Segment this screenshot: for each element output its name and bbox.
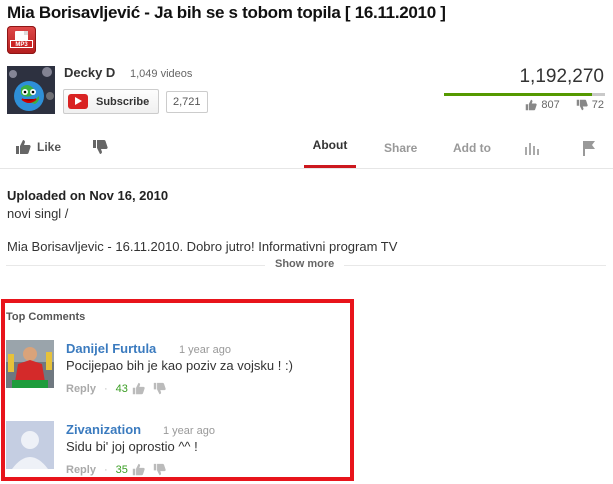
like-label: Like	[37, 140, 62, 154]
subscriber-count: 2,721	[166, 91, 208, 113]
description-line: Mia Borisavljevic - 16.11.2010. Dobro ju…	[7, 239, 398, 254]
comment-time[interactable]: 1 year ago	[179, 344, 231, 356]
tab-add-to[interactable]: Add to	[453, 141, 491, 155]
thumbs-up-icon[interactable]	[132, 382, 145, 395]
channel-name[interactable]: Decky D	[64, 65, 115, 80]
channel-video-count[interactable]: 1,049 videos	[130, 68, 192, 80]
reply-button[interactable]: Reply	[66, 464, 96, 476]
dislike-count: 72	[591, 99, 604, 111]
video-title: Mia Borisavljević - Ja bih se s tobom to…	[7, 3, 446, 22]
thumbs-up-icon[interactable]	[132, 463, 145, 476]
comment-time[interactable]: 1 year ago	[163, 425, 215, 437]
thumbs-up-icon	[526, 99, 538, 111]
subscribe-label: Subscribe	[96, 95, 150, 108]
thumbs-down-icon	[93, 140, 108, 154]
comment-author[interactable]: Danijel Furtula	[66, 341, 156, 356]
tab-about[interactable]: About	[304, 138, 356, 168]
commenter-avatar[interactable]	[6, 340, 54, 388]
comment-text: Sidu bi' joj oprostio ^^ !	[66, 439, 198, 454]
like-count: 807	[541, 99, 560, 111]
upload-date: Uploaded on Nov 16, 2010	[7, 188, 169, 203]
reply-button[interactable]: Reply	[66, 383, 96, 395]
thumbs-down-icon[interactable]	[153, 382, 166, 395]
statistics-icon[interactable]	[524, 141, 540, 160]
like-button[interactable]: Like	[15, 139, 61, 155]
channel-avatar[interactable]	[7, 66, 55, 114]
tab-share[interactable]: Share	[384, 141, 417, 155]
top-comments-heading: Top Comments	[6, 311, 86, 323]
comment-actions: Reply · 43	[66, 382, 174, 395]
comment-text: Pocijepao bih je kao poziv za vojsku ! :…	[66, 358, 293, 373]
youtube-play-icon	[68, 94, 88, 109]
separator-dot: ·	[103, 382, 108, 395]
description-line: novi singl /	[7, 206, 69, 221]
like-dislike-bar	[444, 93, 605, 96]
action-bar-divider	[0, 168, 613, 169]
commenter-avatar[interactable]	[6, 421, 54, 469]
subscribe-button[interactable]: Subscribe	[63, 89, 159, 114]
comment-vote-count: 35	[115, 463, 128, 476]
comment-vote-count: 43	[115, 382, 128, 395]
view-count: 1,192,270	[519, 66, 604, 87]
thumbs-up-icon	[16, 140, 31, 154]
separator-dot: ·	[103, 463, 108, 476]
thumbs-down-icon[interactable]	[153, 463, 166, 476]
mp3-file-icon[interactable]: MP3	[7, 26, 36, 54]
like-ratio-fill	[444, 93, 592, 96]
show-more-button[interactable]: Show more	[265, 258, 345, 270]
thumbs-down-icon	[576, 99, 588, 111]
report-flag-icon[interactable]	[582, 140, 596, 161]
like-dislike-counts: 807 72	[525, 99, 604, 111]
action-bar: Like About Share Add to	[0, 130, 613, 168]
dislike-button[interactable]	[92, 139, 108, 160]
comment-author[interactable]: Zivanization	[66, 422, 141, 437]
comment-actions: Reply · 35	[66, 463, 174, 476]
